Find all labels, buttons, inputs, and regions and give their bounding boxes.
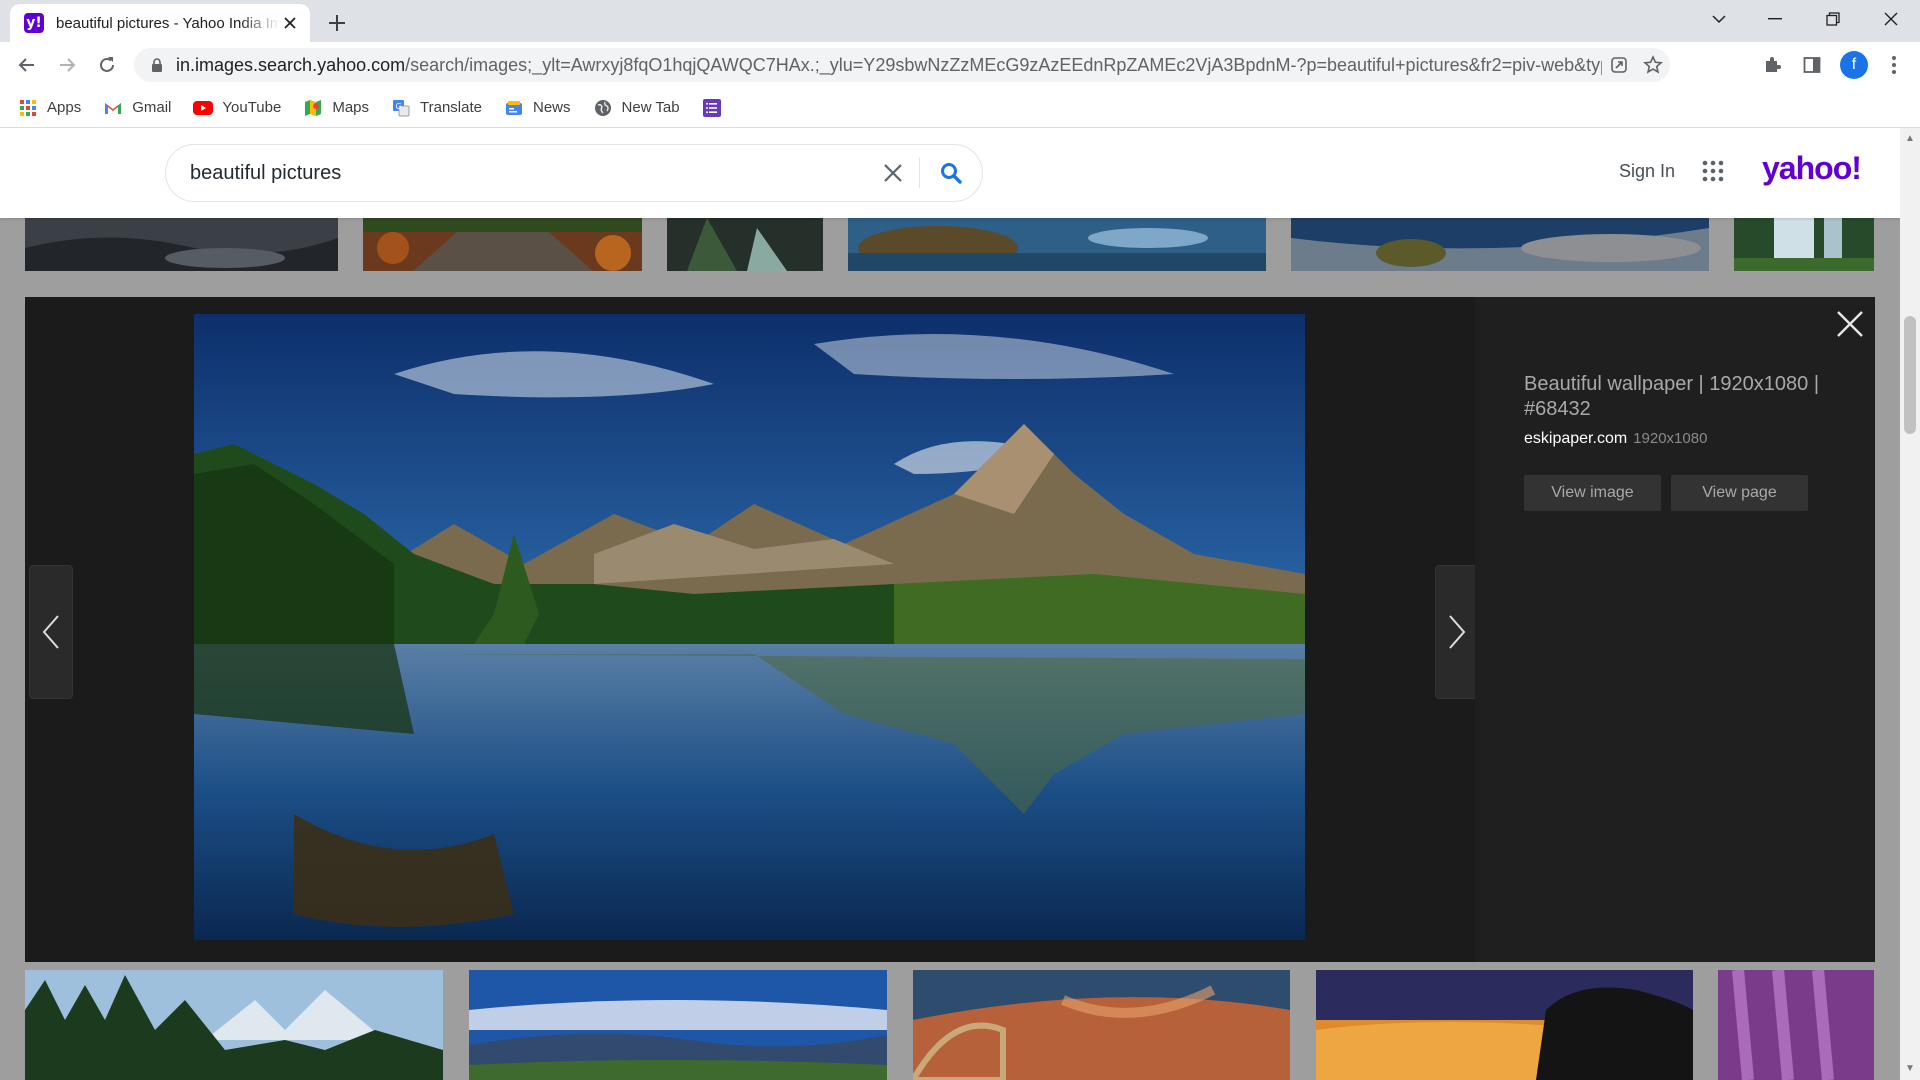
scroll-up-icon[interactable]: ▲ — [1905, 134, 1915, 144]
tab-title: beautiful pictures - Yahoo India Image S… — [56, 14, 280, 32]
news-icon — [504, 98, 524, 118]
bookmark-label: Apps — [47, 99, 82, 116]
bookmark-label: Maps — [332, 99, 370, 116]
page-scrollbar[interactable]: ▲ ▼ — [1900, 128, 1920, 1080]
reload-icon[interactable] — [91, 49, 123, 81]
minimize-icon[interactable] — [1752, 0, 1798, 38]
restore-icon[interactable] — [1810, 0, 1856, 38]
bookmark-apps[interactable]: Apps — [18, 98, 81, 118]
result-thumbnail[interactable] — [848, 218, 1266, 271]
search-input[interactable] — [190, 161, 867, 185]
image-title[interactable]: Beautiful wallpaper | 1920x1080 | #68432 — [1524, 372, 1844, 422]
result-thumbnail[interactable] — [1316, 970, 1693, 1080]
image-source: eskipaper.com 1920x1080 — [1524, 430, 1707, 448]
scroll-down-icon[interactable]: ▼ — [1905, 1064, 1915, 1074]
scrollbar-thumb[interactable] — [1904, 316, 1916, 434]
chevron-left-icon — [42, 615, 59, 649]
chevron-right-icon — [1449, 615, 1466, 649]
result-thumbnail[interactable] — [1291, 218, 1709, 271]
image-info-panel: Beautiful wallpaper | 1920x1080 | #68432… — [1475, 297, 1875, 962]
image-viewer: Beautiful wallpaper | 1920x1080 | #68432… — [25, 297, 1875, 962]
translate-icon: G — [391, 98, 411, 118]
result-thumbnail[interactable] — [667, 218, 823, 271]
page-viewport: Sign In yahoo! — [0, 128, 1900, 1080]
bookmarks-bar: Apps Gmail YouTube Maps G Translate News — [0, 88, 1920, 128]
bookmark-star-icon[interactable] — [1636, 48, 1670, 82]
search-icon[interactable] — [920, 145, 982, 201]
close-viewer-icon[interactable] — [1835, 309, 1865, 339]
yahoo-header: Sign In yahoo! — [0, 128, 1900, 218]
search-box — [165, 144, 983, 202]
profile-avatar[interactable]: f — [1840, 51, 1868, 79]
bookmark-maps[interactable]: Maps — [303, 98, 369, 118]
clear-search-icon[interactable] — [867, 147, 919, 199]
image-dimensions: 1920x1080 — [1633, 430, 1708, 447]
bookmark-label: News — [533, 99, 571, 116]
sign-in-link[interactable]: Sign In — [1619, 161, 1675, 182]
new-tab-icon[interactable] — [322, 8, 352, 38]
youtube-icon — [193, 98, 214, 118]
bookmark-new-tab[interactable]: New Tab — [593, 98, 680, 118]
bookmark-label: YouTube — [222, 99, 282, 116]
tab-close-icon[interactable] — [280, 13, 300, 33]
bookmark-news[interactable]: News — [504, 98, 571, 118]
previous-image-button[interactable] — [29, 565, 73, 699]
viewer-stage — [25, 297, 1479, 962]
share-icon[interactable] — [1602, 48, 1636, 82]
yahoo-logo[interactable]: yahoo! — [1762, 150, 1862, 187]
browser-tab[interactable]: y! beautiful pictures - Yahoo India Imag… — [10, 4, 310, 42]
maps-icon — [303, 98, 323, 118]
browser-toolbar: in.images.search.yahoo.com/search/images… — [0, 42, 1920, 88]
bookmark-translate[interactable]: G Translate — [391, 98, 482, 118]
view-page-button[interactable]: View page — [1671, 475, 1808, 511]
next-image-button[interactable] — [1435, 565, 1479, 699]
yahoo-apps-grid-icon[interactable] — [1702, 160, 1726, 184]
url-text[interactable]: in.images.search.yahoo.com/search/images… — [176, 55, 1602, 76]
result-thumbnail[interactable] — [469, 970, 887, 1080]
result-thumbnail[interactable] — [1718, 970, 1874, 1080]
bookmark-label: Gmail — [132, 99, 172, 116]
gmail-icon — [103, 98, 123, 118]
source-domain[interactable]: eskipaper.com — [1524, 430, 1627, 447]
back-icon[interactable] — [11, 49, 43, 81]
preview-image[interactable] — [194, 314, 1305, 940]
close-window-icon[interactable] — [1868, 0, 1914, 38]
bookmark-gmail[interactable]: Gmail — [103, 98, 171, 118]
forward-icon[interactable] — [51, 49, 83, 81]
result-thumbnail[interactable] — [1734, 218, 1874, 271]
bookmark-extra[interactable] — [702, 98, 731, 118]
view-image-button[interactable]: View image — [1524, 475, 1661, 511]
bookmark-youtube[interactable]: YouTube — [193, 98, 281, 118]
bookmark-label: New Tab — [621, 99, 680, 116]
tab-strip: y! beautiful pictures - Yahoo India Imag… — [0, 0, 1920, 42]
globe-icon — [593, 98, 613, 118]
chrome-menu-icon[interactable] — [1880, 51, 1908, 79]
result-thumbnail[interactable] — [25, 218, 338, 271]
extensions-icon[interactable] — [1758, 51, 1786, 79]
apps-grid-icon — [18, 98, 38, 118]
form-list-icon — [702, 98, 722, 118]
result-thumbnail[interactable] — [363, 218, 642, 271]
result-thumbnail[interactable] — [25, 970, 443, 1080]
lock-icon[interactable] — [148, 56, 166, 74]
yahoo-favicon-icon: y! — [24, 13, 44, 33]
svg-text:G: G — [396, 102, 402, 111]
address-bar[interactable]: in.images.search.yahoo.com/search/images… — [134, 48, 1670, 82]
tab-search-chevron-icon[interactable] — [1696, 0, 1742, 38]
bookmark-label: Translate — [420, 99, 482, 116]
result-thumbnail[interactable] — [913, 970, 1290, 1080]
side-panel-icon[interactable] — [1798, 51, 1826, 79]
